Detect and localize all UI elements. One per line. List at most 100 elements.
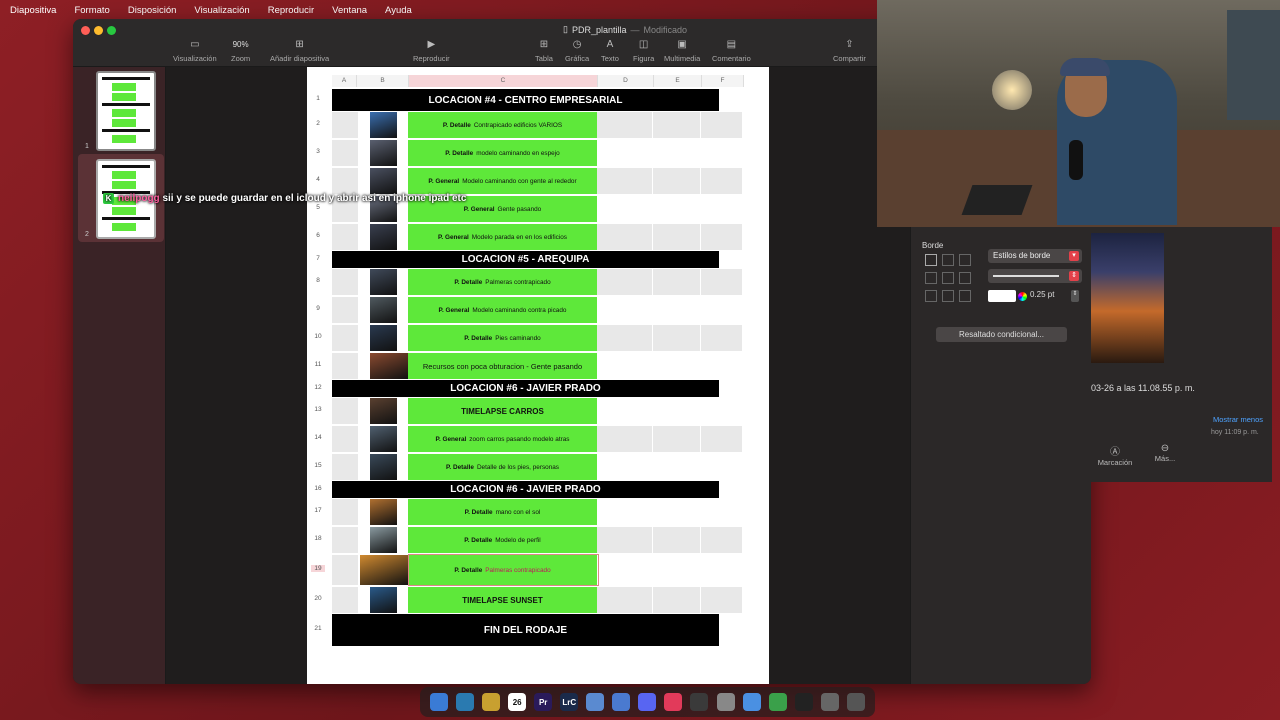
dock-icon-utility[interactable]	[820, 693, 839, 711]
border-inner-icon[interactable]	[942, 254, 954, 266]
table-cell[interactable]	[653, 224, 701, 250]
conditional-highlight-button[interactable]: Resaltado condicional...	[936, 327, 1067, 342]
shot-reference-image[interactable]	[370, 297, 397, 323]
toolbar-zoom-button[interactable]: 90% Zoom	[231, 39, 250, 63]
border-top-icon[interactable]	[925, 290, 937, 302]
row-header[interactable]: 12	[311, 384, 325, 391]
menu-diapositiva[interactable]: Diapositiva	[0, 5, 65, 16]
toolbar-chart-button[interactable]: ◷ Gráfica	[565, 39, 589, 63]
dock-icon-trash[interactable]	[846, 693, 865, 711]
shot-reference-image[interactable]	[370, 325, 397, 351]
color-wheel-icon[interactable]	[1018, 292, 1027, 301]
table-cell[interactable]	[597, 112, 653, 138]
dock-icon-chrome[interactable]	[742, 693, 761, 711]
toolbar-shape-button[interactable]: ◫ Figura	[633, 39, 654, 63]
table-cell[interactable]	[332, 426, 359, 452]
row-header[interactable]: 10	[311, 333, 325, 340]
table-cell[interactable]	[597, 224, 653, 250]
table-cell[interactable]	[332, 499, 359, 525]
location-header[interactable]: LOCACION #5 - AREQUIPA	[332, 251, 719, 268]
toolbar-share-button[interactable]: ⇪ Compartir	[833, 39, 866, 63]
table-cell[interactable]	[653, 426, 701, 452]
shot-description-cell[interactable]: P. Detalle Palmeras contrapicado	[408, 269, 597, 295]
dock-icon-activity[interactable]	[690, 693, 709, 711]
row-header[interactable]: 4	[311, 176, 325, 183]
column-header-c[interactable]: C	[409, 75, 598, 87]
dock-icon-26[interactable]: 26	[508, 693, 527, 711]
border-grid-icon[interactable]	[959, 254, 971, 266]
table-cell[interactable]	[332, 555, 359, 585]
border-vertical-icon[interactable]	[942, 272, 954, 284]
row-header[interactable]: 14	[311, 434, 325, 441]
table-cell[interactable]	[597, 168, 653, 194]
line-style-dropdown[interactable]: ⇕	[988, 269, 1082, 283]
table-cell[interactable]	[332, 140, 359, 166]
toolbar-media-button[interactable]: ▣ Multimedia	[664, 39, 700, 63]
dock-icon-notes[interactable]	[482, 693, 501, 711]
zoom-window-button[interactable]	[107, 26, 116, 35]
shot-description-cell[interactable]: P. General zoom carros pasando modelo atr…	[408, 426, 597, 452]
location-header[interactable]: LOCACION #6 - JAVIER PRADO	[332, 481, 719, 498]
column-header-a[interactable]: A	[332, 75, 357, 87]
shot-reference-image[interactable]	[370, 353, 408, 379]
row-header[interactable]: 1	[311, 95, 325, 102]
shot-reference-image[interactable]	[370, 140, 397, 166]
shot-reference-image[interactable]	[370, 499, 397, 525]
menu-disposicion[interactable]: Disposición	[119, 5, 186, 16]
border-all-icon[interactable]	[925, 254, 937, 266]
shot-reference-image[interactable]	[370, 426, 397, 452]
column-header-b[interactable]: B	[357, 75, 409, 87]
table-cell[interactable]	[332, 398, 359, 424]
shot-reference-image[interactable]	[370, 269, 397, 295]
menu-formato[interactable]: Formato	[65, 5, 118, 16]
shot-reference-image[interactable]	[370, 224, 397, 250]
border-width-stepper[interactable]: ⇕	[1071, 290, 1079, 302]
toolbar-view-button[interactable]: ▭ Visualización	[173, 39, 217, 63]
dock-icon-finder[interactable]	[430, 693, 449, 711]
shot-reference-image[interactable]	[370, 168, 397, 194]
menu-visualizacion[interactable]: Visualización	[185, 5, 258, 16]
minimize-window-button[interactable]	[94, 26, 103, 35]
row-header[interactable]: 6	[311, 232, 325, 239]
shot-description-cell[interactable]: P. Detalle Modelo de perfil	[408, 527, 597, 553]
table-cell[interactable]	[701, 168, 743, 194]
dock-icon-pr[interactable]: Pr	[534, 693, 553, 711]
shot-description-cell[interactable]: Recursos con poca obturacion - Gente pas…	[408, 353, 597, 379]
table-cell[interactable]	[597, 587, 653, 613]
shot-description-cell[interactable]: TIMELAPSE SUNSET	[408, 587, 597, 613]
show-less-link[interactable]: Mostrar menos	[1213, 415, 1263, 424]
table-cell[interactable]	[653, 112, 701, 138]
row-header[interactable]: 11	[311, 361, 325, 368]
toolbar-play-button[interactable]: ▶ Reproducir	[413, 39, 450, 63]
shot-description-cell[interactable]: P. General Modelo caminando contra picado	[408, 297, 597, 323]
border-width-field[interactable]: 0.25 pt	[1030, 290, 1054, 299]
table-cell[interactable]	[597, 269, 653, 295]
dock-icon-maps[interactable]	[768, 693, 787, 711]
row-header[interactable]: 7	[311, 255, 325, 262]
menu-reproducir[interactable]: Reproducir	[259, 5, 323, 16]
shot-reference-image[interactable]	[370, 398, 397, 424]
table-cell[interactable]	[597, 527, 653, 553]
markup-button[interactable]: Ⓐ Marcación	[1093, 443, 1137, 467]
dock-icon-lrc[interactable]: LrC	[560, 693, 579, 711]
table-cell[interactable]	[332, 454, 359, 480]
row-header[interactable]: 13	[311, 406, 325, 413]
dock-icon-discord[interactable]	[638, 693, 657, 711]
table-cell[interactable]	[653, 587, 701, 613]
table-cell[interactable]	[653, 325, 701, 351]
table-cell[interactable]	[332, 168, 359, 194]
toolbar-add-slide-button[interactable]: ⊞ Añadir diapositiva	[270, 39, 329, 63]
shot-reference-image[interactable]	[370, 527, 397, 553]
table-cell[interactable]	[701, 527, 743, 553]
table-cell[interactable]	[332, 353, 359, 379]
menu-ventana[interactable]: Ventana	[323, 5, 376, 16]
table-cell[interactable]	[332, 587, 359, 613]
table-cell[interactable]	[701, 587, 743, 613]
row-header[interactable]: 16	[311, 485, 325, 492]
dock-icon-keynote[interactable]	[612, 693, 631, 711]
end-row[interactable]: FIN DEL RODAJE	[332, 614, 719, 646]
table-cell[interactable]	[701, 426, 743, 452]
shot-description-cell[interactable]: P. Detalle mano con el sol	[408, 499, 597, 525]
table-cell[interactable]	[332, 527, 359, 553]
table-cell[interactable]	[701, 224, 743, 250]
